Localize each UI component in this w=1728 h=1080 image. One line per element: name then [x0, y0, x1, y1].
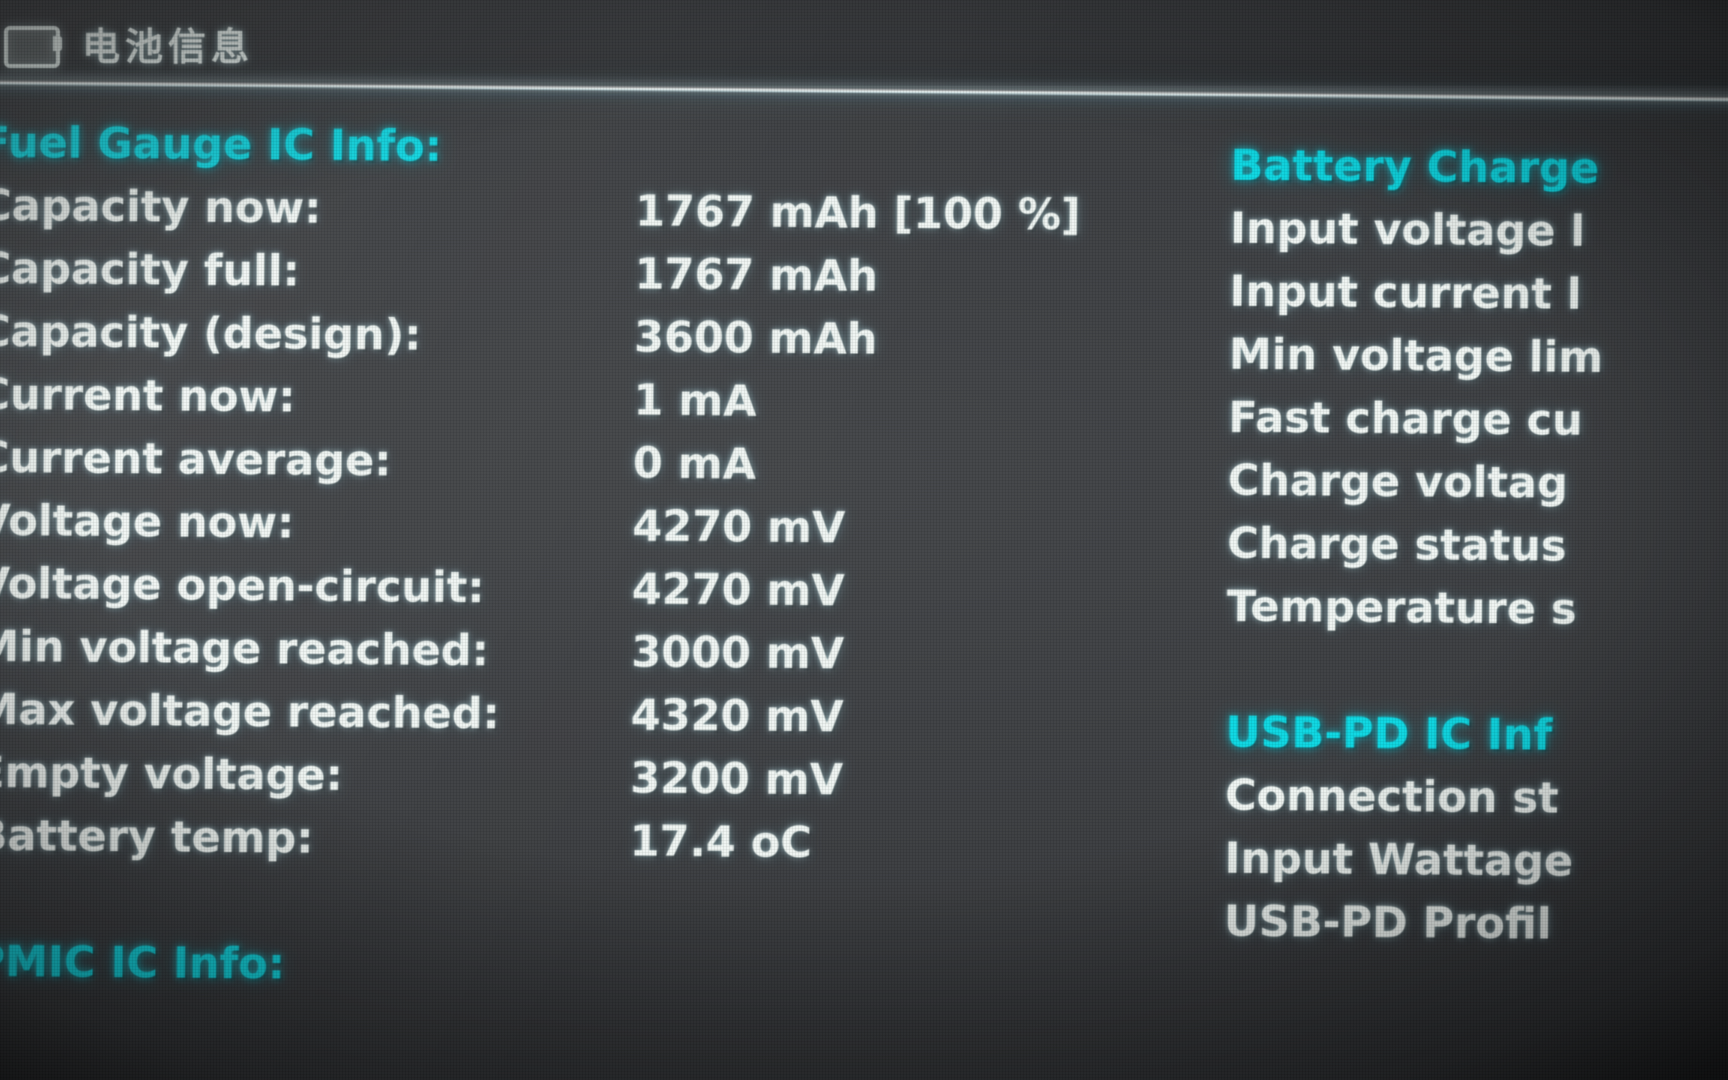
fuel-gauge-column: Fuel Gauge IC Info: Capacity now: 1767 m…	[0, 118, 1181, 1010]
row-value: 1767 mAh [100 %]	[634, 186, 1081, 241]
row-value: 3000 mV	[631, 627, 845, 680]
table-row: Max voltage reached: 4320 mV	[0, 685, 1176, 758]
table-row: Current average: 0 mA	[0, 433, 1178, 506]
section-heading-pmic: PMIC IC Info:	[0, 937, 1174, 1010]
table-row: Battery temp: 17.4 oC	[0, 811, 1175, 884]
row-value: 3200 mV	[630, 753, 844, 806]
table-row: Charge status	[1227, 519, 1728, 587]
row-label: Capacity now:	[0, 180, 322, 234]
row-label: Voltage now:	[0, 495, 295, 549]
row-value: 4270 mV	[632, 501, 846, 554]
table-row: Current now: 1 mA	[0, 370, 1179, 443]
table-row: Input voltage l	[1230, 204, 1728, 272]
row-spacer	[1226, 645, 1728, 713]
row-label: USB-PD Profil	[1223, 896, 1552, 950]
row-label: Min voltage reached:	[0, 621, 490, 677]
row-label: Charge status	[1227, 518, 1567, 572]
table-row: Input current l	[1229, 267, 1728, 335]
row-label: Fast charge cu	[1228, 392, 1583, 446]
table-row: Temperature s	[1226, 582, 1728, 650]
row-label: Min voltage lim	[1228, 329, 1604, 384]
row-value: 3600 mAh	[633, 312, 878, 365]
row-label: Input Wattage	[1224, 833, 1574, 887]
row-value: 4270 mV	[631, 564, 845, 617]
row-label: Current average:	[0, 432, 392, 487]
table-row: Voltage now: 4270 mV	[0, 496, 1178, 569]
table-row: Min voltage lim	[1229, 330, 1728, 398]
section-heading-fuel-gauge: Fuel Gauge IC Info:	[0, 118, 1181, 191]
row-label: Voltage open-circuit:	[0, 558, 485, 614]
row-label: Input voltage l	[1229, 203, 1586, 257]
row-label: Charge voltag	[1227, 455, 1569, 509]
row-label: Temperature s	[1226, 581, 1577, 635]
table-row: Fast charge cu	[1228, 393, 1728, 461]
section-title-text: PMIC IC Info:	[0, 936, 286, 990]
section-heading-usb-pd: USB-PD IC Inf	[1225, 708, 1728, 776]
row-value: 1767 mAh	[634, 249, 879, 302]
row-label: Capacity full:	[0, 243, 301, 297]
table-row: Voltage open-circuit: 4270 mV	[0, 559, 1177, 632]
table-row: Capacity full: 1767 mAh	[0, 244, 1180, 317]
row-label: Input current l	[1229, 266, 1582, 320]
row-label: Max voltage reached:	[0, 684, 500, 740]
row-label: Current now:	[0, 369, 296, 423]
section-heading-battery-charger: Battery Charge	[1230, 141, 1728, 209]
row-value: 0 mA	[632, 438, 757, 490]
section-title-text: Battery Charge	[1230, 140, 1600, 194]
section-title-text: USB-PD IC Inf	[1225, 707, 1553, 761]
section-title-text: Fuel Gauge IC Info:	[0, 117, 443, 172]
battery-info-screen: 电池信息 Fuel Gauge IC Info: Capacity now: 1…	[0, 0, 1728, 1080]
row-spacer	[0, 874, 1174, 947]
row-label: Battery temp:	[0, 810, 314, 864]
table-row: USB-PD Profil	[1224, 897, 1728, 965]
table-row: Min voltage reached: 3000 mV	[0, 622, 1177, 695]
row-label: Capacity (design):	[0, 306, 422, 361]
table-row: Input Wattage	[1224, 834, 1728, 902]
table-row: Charge voltag	[1228, 456, 1728, 524]
table-row: Capacity (design): 3600 mAh	[0, 307, 1179, 380]
row-value: 4320 mV	[630, 690, 844, 743]
table-row: Empty voltage: 3200 mV	[0, 748, 1175, 821]
table-row: Capacity now: 1767 mAh [100 %]	[0, 181, 1180, 254]
row-label: Empty voltage:	[0, 747, 344, 802]
row-value: 17.4 oC	[629, 816, 813, 869]
row-value: 1 mA	[633, 375, 757, 427]
battery-charger-column: Battery Charge Input voltage l Input cur…	[1224, 141, 1728, 965]
row-label: Connection st	[1224, 770, 1559, 824]
table-row: Connection st	[1225, 771, 1728, 839]
